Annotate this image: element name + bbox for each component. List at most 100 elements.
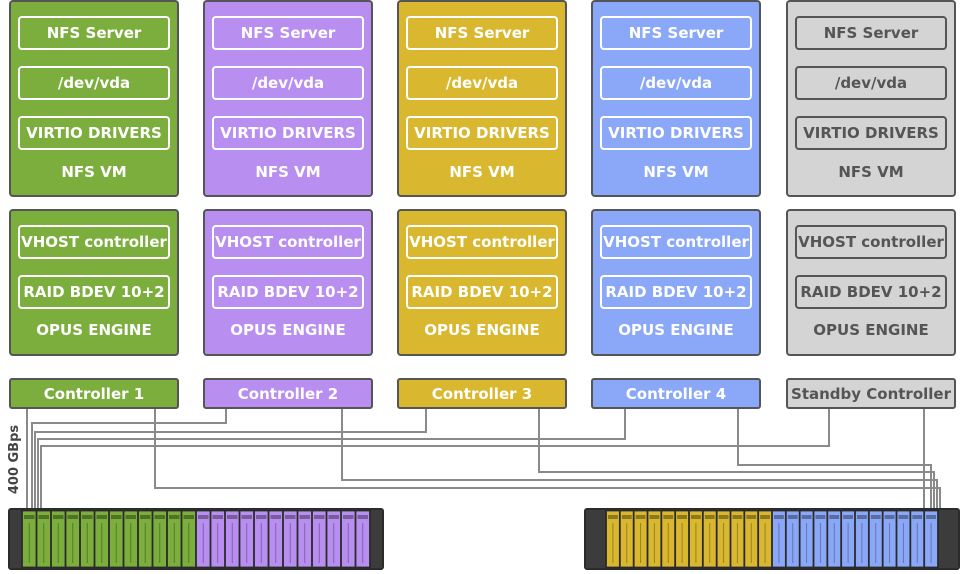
wires [26, 409, 941, 510]
opus-engine-box: VHOST controller RAID BDEV 10+2 OPUS ENG… [203, 209, 373, 356]
drive-latch [82, 515, 93, 519]
dev-vda-box: /dev/vda [18, 66, 170, 100]
drive-latch [884, 515, 895, 519]
nfs-vm-box: NFS Server /dev/vda VIRTIO DRIVERS NFS V… [786, 0, 956, 197]
drive-latch [299, 515, 310, 519]
wire-ctrl2-right [341, 409, 938, 510]
vhost-controller-box: VHOST controller [795, 225, 947, 259]
opus-engine-label: OPUS ENGINE [813, 321, 929, 339]
drive-latch [801, 515, 812, 519]
drive-latch [241, 515, 252, 519]
left-enclosure [8, 508, 384, 570]
drive-latch [926, 515, 936, 519]
opus-engine-box: VHOST controller RAID BDEV 10+2 OPUS ENG… [591, 209, 761, 356]
controller-box: Controller 4 [591, 378, 761, 409]
drive-latch [732, 515, 743, 519]
drive-latch [774, 515, 784, 519]
drive-latch [38, 515, 49, 519]
drive-latch [198, 515, 209, 519]
drive-latch [857, 515, 867, 519]
raid-bdev-box: RAID BDEV 10+2 [406, 275, 558, 309]
raid-bdev-box: RAID BDEV 10+2 [795, 275, 947, 309]
nfs-vm-label: NFS VM [449, 163, 515, 181]
nfs-server-box: NFS Server [18, 16, 170, 50]
raid-bdev-box: RAID BDEV 10+2 [18, 275, 170, 309]
drive-latch [843, 515, 853, 519]
virtio-drivers-box: VIRTIO DRIVERS [600, 116, 752, 150]
drive-latch [24, 515, 35, 519]
virtio-drivers-box: VIRTIO DRIVERS [18, 116, 170, 150]
drive-latch [140, 515, 151, 519]
drive-latch [718, 515, 729, 519]
drive-latch [870, 515, 881, 519]
dev-vda-box: /dev/vda [795, 66, 947, 100]
nfs-vm-box: NFS Server /dev/vda VIRTIO DRIVERS NFS V… [9, 0, 179, 197]
wire-ctrl1-right [154, 409, 941, 510]
opus-engine-label: OPUS ENGINE [424, 321, 540, 339]
drive-latch [343, 515, 354, 519]
drive-latch [96, 515, 107, 519]
wire-ctrl2-left [31, 409, 227, 510]
drive-latch [314, 515, 325, 519]
vhost-controller-box: VHOST controller [212, 225, 364, 259]
drive-latch [154, 515, 165, 519]
drive-latch [663, 515, 674, 519]
drive-latch [621, 515, 632, 519]
drive-latch [635, 515, 646, 519]
nfs-vm-label: NFS VM [61, 163, 127, 181]
raid-bdev-box: RAID BDEV 10+2 [600, 275, 752, 309]
virtio-drivers-box: VIRTIO DRIVERS [212, 116, 364, 150]
drive-latch [829, 515, 840, 519]
controller-box: Controller 1 [9, 378, 179, 409]
drive-latch [677, 515, 687, 519]
drive-latch [328, 515, 339, 519]
controller-box: Standby Controller [786, 378, 956, 409]
vhost-controller-box: VHOST controller [600, 225, 752, 259]
enclosure-left-ear [10, 510, 21, 568]
drive-latch [746, 515, 757, 519]
drive-latch [285, 515, 296, 519]
wire-standby-left [40, 409, 830, 510]
nfs-vm-label: NFS VM [255, 163, 321, 181]
opus-engine-label: OPUS ENGINE [230, 321, 346, 339]
nfs-server-box: NFS Server [795, 16, 947, 50]
virtio-drivers-box: VIRTIO DRIVERS [795, 116, 947, 150]
nfs-vm-box: NFS Server /dev/vda VIRTIO DRIVERS NFS V… [203, 0, 373, 197]
opus-engine-box: VHOST controller RAID BDEV 10+2 OPUS ENG… [786, 209, 956, 356]
nfs-server-box: NFS Server [600, 16, 752, 50]
drive-latch [760, 515, 770, 519]
drive-latch [815, 515, 826, 519]
opus-engine-box: VHOST controller RAID BDEV 10+2 OPUS ENG… [9, 209, 179, 356]
vhost-controller-box: VHOST controller [406, 225, 558, 259]
nfs-server-box: NFS Server [406, 16, 558, 50]
nfs-vm-label: NFS VM [643, 163, 709, 181]
controller-box: Controller 3 [397, 378, 567, 409]
nfs-vm-label: NFS VM [838, 163, 904, 181]
drive-latch [111, 515, 122, 519]
dev-vda-box: /dev/vda [406, 66, 558, 100]
drive-latch [649, 515, 660, 519]
wire-ctrl3-right [538, 409, 935, 510]
drive-latch [67, 515, 78, 519]
right-enclosure [584, 508, 960, 570]
drive-latch [357, 515, 368, 519]
drive-latch [691, 515, 701, 519]
virtio-drivers-box: VIRTIO DRIVERS [406, 116, 558, 150]
wire-ctrl4-left [37, 409, 626, 510]
drive-latch [256, 515, 267, 519]
drive-latch [169, 515, 180, 519]
drive-latch [212, 515, 223, 519]
vhost-controller-box: VHOST controller [18, 225, 170, 259]
drive-latch [53, 515, 64, 519]
drive-latch [270, 515, 281, 519]
drive-latch [898, 515, 909, 519]
nfs-vm-box: NFS Server /dev/vda VIRTIO DRIVERS NFS V… [397, 0, 567, 197]
enclosure-right-ear [371, 510, 382, 568]
wire-ctrl3-left [34, 409, 427, 510]
controller-box: Controller 2 [203, 378, 373, 409]
drive-latch [125, 515, 136, 519]
drive-latch [912, 515, 923, 519]
dev-vda-box: /dev/vda [600, 66, 752, 100]
enclosure-left-ear [586, 510, 605, 568]
drive-latch [183, 515, 194, 519]
